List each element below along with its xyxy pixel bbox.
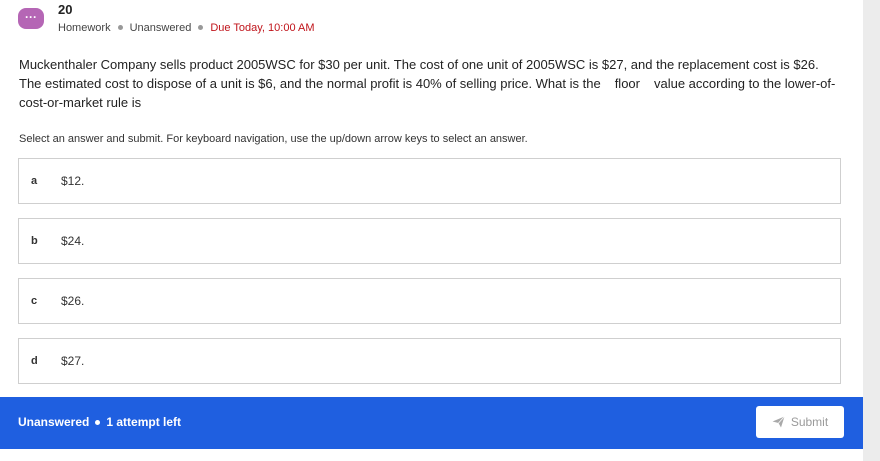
send-icon [772, 416, 785, 428]
answer-instructions: Select an answer and submit. For keyboar… [19, 133, 528, 145]
question-text: Muckenthaler Company sells product 2005W… [19, 55, 841, 112]
separator-dot [198, 25, 204, 31]
submit-button[interactable]: Submit [756, 406, 844, 438]
scrollbar[interactable] [863, 0, 880, 461]
submit-label: Submit [790, 415, 829, 429]
option-text: $24. [61, 234, 85, 248]
answer-status: Unanswered [129, 22, 192, 34]
chat-bubble-glyph: ··· [25, 9, 37, 24]
question-meta: Homework Unanswered Due Today, 10:00 AM [58, 22, 315, 34]
answer-option-a[interactable]: a $12. [18, 158, 841, 204]
option-text: $26. [61, 294, 85, 308]
answer-option-c[interactable]: c $26. [18, 278, 841, 324]
chat-bubble-icon: ··· [18, 8, 44, 29]
footer-answer-status: Unanswered [18, 415, 90, 429]
separator-dot [95, 419, 101, 425]
question-number: 20 [58, 2, 73, 17]
attempts-left: 1 attempt left [106, 415, 182, 429]
submission-footer: Unanswered 1 attempt left Submit [0, 397, 863, 449]
footer-status: Unanswered 1 attempt left [18, 415, 181, 429]
assignment-type: Homework [58, 22, 111, 34]
option-letter: d [31, 355, 38, 367]
option-letter: a [31, 175, 38, 187]
answer-option-d[interactable]: d $27. [18, 338, 841, 384]
option-text: $12. [61, 174, 85, 188]
answer-option-b[interactable]: b $24. [18, 218, 841, 264]
option-text: $27. [61, 354, 85, 368]
due-date: Due Today, 10:00 AM [210, 22, 315, 34]
question-blank-word: floor [614, 76, 640, 91]
question-panel: ··· 20 Homework Unanswered Due Today, 10:0… [0, 0, 863, 461]
option-letter: b [31, 235, 38, 247]
option-letter: c [31, 295, 38, 307]
separator-dot [117, 25, 123, 31]
